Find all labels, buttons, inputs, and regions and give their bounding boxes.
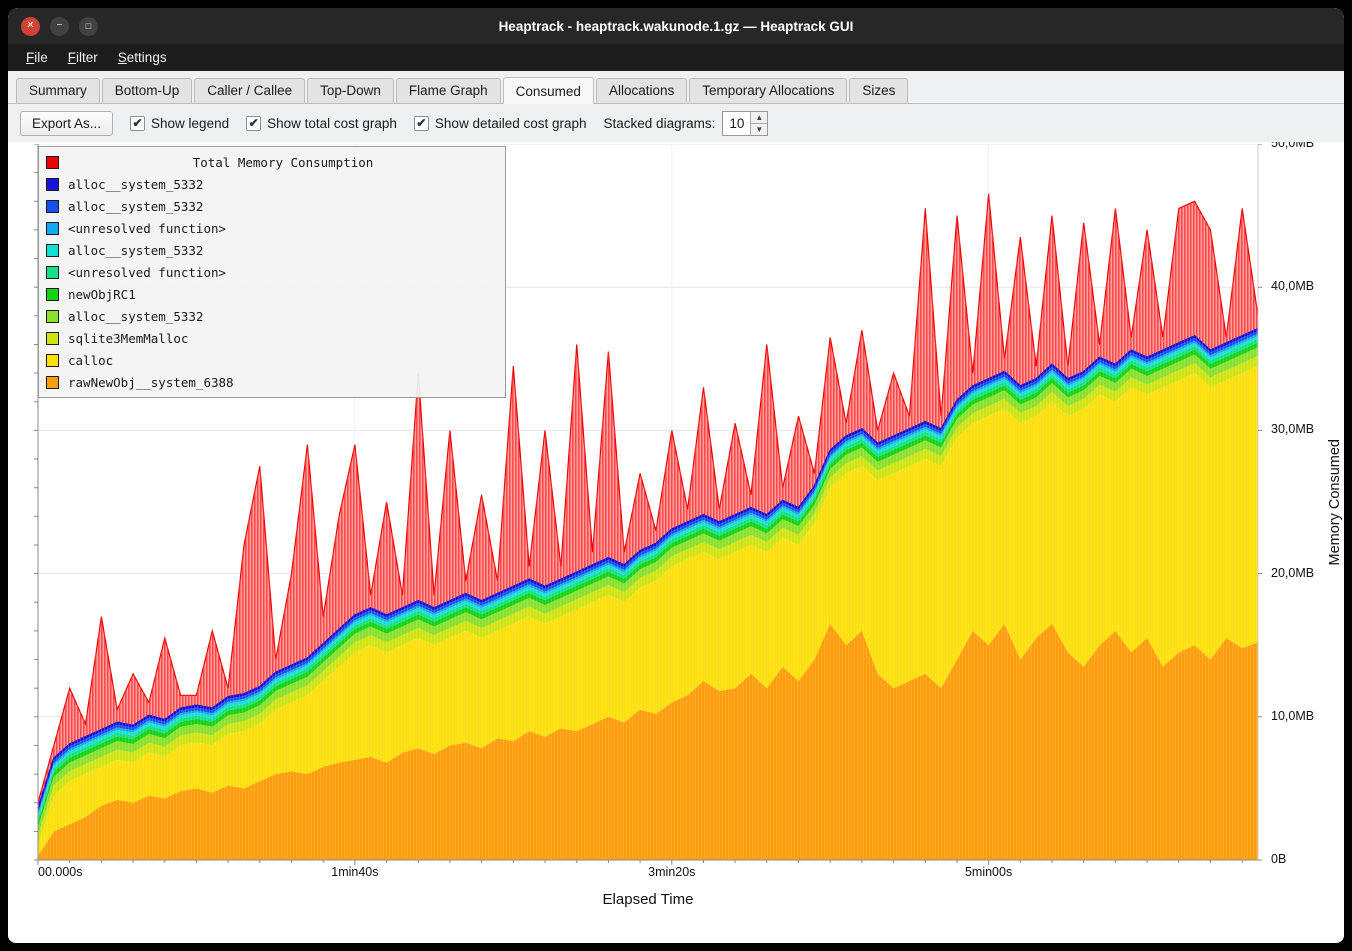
legend-swatch-icon	[46, 156, 59, 169]
spinbox-up-button[interactable]: ▲	[751, 112, 767, 124]
legend-item: alloc__system_5332	[46, 305, 498, 327]
tab-consumed[interactable]: Consumed	[503, 77, 594, 104]
spinbox-buttons: ▲ ▼	[750, 112, 767, 135]
legend-label: sqlite3MemMalloc	[68, 331, 188, 346]
tab-caller-callee[interactable]: Caller / Callee	[194, 78, 305, 103]
tab-summary[interactable]: Summary	[16, 78, 100, 103]
menu-file[interactable]: File	[16, 46, 58, 69]
legend-label: rawNewObj__system_6388	[68, 375, 234, 390]
checkbox-box: ✔	[246, 116, 261, 131]
checkbox-label: Show total cost graph	[267, 116, 397, 131]
toolbar: Export As... ✔ Show legend ✔ Show total …	[8, 104, 1344, 142]
x-tick-label: 00.000s	[38, 865, 82, 879]
legend-swatch-icon	[46, 244, 59, 257]
legend-label: newObjRC1	[68, 287, 136, 302]
spinbox-value: 10	[723, 112, 750, 135]
show-total-cost-graph-checkbox[interactable]: ✔ Show total cost graph	[246, 116, 397, 131]
legend-label: alloc__system_5332	[68, 309, 203, 324]
legend-item: alloc__system_5332	[46, 195, 498, 217]
y-tick-label: 20,0MB	[1271, 566, 1314, 580]
legend-label: calloc	[68, 353, 113, 368]
y-axis-title: Memory Consumed	[1327, 439, 1343, 566]
tab-bottom-up[interactable]: Bottom-Up	[102, 78, 193, 103]
maximize-button[interactable]: □	[79, 17, 98, 36]
stacked-diagrams-group: Stacked diagrams: 10 ▲ ▼	[604, 111, 769, 136]
y-tick-label: 10,0MB	[1271, 709, 1314, 723]
show-legend-checkbox[interactable]: ✔ Show legend	[130, 116, 229, 131]
y-tick-label: 50,0MB	[1271, 142, 1314, 150]
y-tick-label: 30,0MB	[1271, 422, 1314, 436]
y-tick-label: 40,0MB	[1271, 279, 1314, 293]
window-title: Heaptrack - heaptrack.wakunode.1.gz — He…	[499, 19, 854, 34]
export-as-button[interactable]: Export As...	[20, 111, 113, 136]
y-axis-title-wrap: Memory Consumed	[1327, 144, 1343, 860]
legend-label: <unresolved function>	[68, 265, 226, 280]
legend-item: sqlite3MemMalloc	[46, 327, 498, 349]
legend-swatch-icon	[46, 376, 59, 389]
legend-label: <unresolved function>	[68, 221, 226, 236]
checkmark-icon: ✔	[249, 117, 259, 129]
legend-swatch-icon	[46, 200, 59, 213]
menu-settings[interactable]: Settings	[108, 46, 177, 69]
y-tick-label: 0B	[1271, 852, 1286, 866]
legend-swatch-icon	[46, 178, 59, 191]
legend-item: alloc__system_5332	[46, 239, 498, 261]
legend-item: rawNewObj__system_6388	[46, 371, 498, 393]
minimize-button[interactable]: −	[50, 17, 69, 36]
legend-swatch-icon	[46, 354, 59, 367]
x-axis-tick-labels: 00.000s 1min40s 3min20s 5min00s	[8, 865, 1344, 883]
legend-swatch-icon	[46, 288, 59, 301]
checkbox-box: ✔	[414, 116, 429, 131]
legend-title-row: Total Memory Consumption	[46, 151, 498, 173]
x-axis-title: Elapsed Time	[38, 891, 1258, 908]
menubar: File Filter Settings	[8, 44, 1344, 71]
legend-label: alloc__system_5332	[68, 177, 203, 192]
legend-item: <unresolved function>	[46, 217, 498, 239]
checkmark-icon: ✔	[133, 117, 143, 129]
legend-swatch-icon	[46, 310, 59, 323]
stacked-diagrams-spinbox[interactable]: 10 ▲ ▼	[722, 111, 768, 136]
menu-filter[interactable]: Filter	[58, 46, 108, 69]
legend-item: alloc__system_5332	[46, 173, 498, 195]
heaptrack-window: ✕ − □ Heaptrack - heaptrack.wakunode.1.g…	[8, 8, 1344, 943]
legend-item: newObjRC1	[46, 283, 498, 305]
x-tick-label: 5min00s	[965, 865, 1012, 879]
legend-swatch-icon	[46, 332, 59, 345]
legend-swatch-icon	[46, 222, 59, 235]
legend-swatch-icon	[46, 266, 59, 279]
legend-label: Total Memory Consumption	[68, 155, 498, 170]
tab-temporary-allocations[interactable]: Temporary Allocations	[689, 78, 847, 103]
tabbar: Summary Bottom-Up Caller / Callee Top-Do…	[8, 71, 1344, 104]
x-tick-label: 3min20s	[648, 865, 695, 879]
tab-flame-graph[interactable]: Flame Graph	[396, 78, 501, 103]
tab-sizes[interactable]: Sizes	[849, 78, 908, 103]
checkbox-label: Show detailed cost graph	[435, 116, 587, 131]
tab-top-down[interactable]: Top-Down	[307, 78, 394, 103]
close-button[interactable]: ✕	[21, 17, 40, 36]
checkbox-label: Show legend	[151, 116, 229, 131]
titlebar[interactable]: ✕ − □ Heaptrack - heaptrack.wakunode.1.g…	[8, 8, 1344, 44]
chart-legend: Total Memory Consumption alloc__system_53…	[38, 146, 506, 398]
legend-label: alloc__system_5332	[68, 199, 203, 214]
show-detailed-cost-graph-checkbox[interactable]: ✔ Show detailed cost graph	[414, 116, 587, 131]
spinbox-down-button[interactable]: ▼	[751, 124, 767, 135]
legend-item: calloc	[46, 349, 498, 371]
x-tick-label: 1min40s	[331, 865, 378, 879]
screen-frame: ✕ − □ Heaptrack - heaptrack.wakunode.1.g…	[0, 0, 1352, 951]
stacked-diagrams-label: Stacked diagrams:	[604, 116, 716, 131]
consumed-chart-section: Total Memory Consumption alloc__system_53…	[8, 142, 1344, 943]
legend-item: <unresolved function>	[46, 261, 498, 283]
legend-label: alloc__system_5332	[68, 243, 203, 258]
checkmark-icon: ✔	[416, 117, 426, 129]
checkbox-box: ✔	[130, 116, 145, 131]
tab-allocations[interactable]: Allocations	[596, 78, 687, 103]
window-controls: ✕ − □	[21, 8, 98, 44]
